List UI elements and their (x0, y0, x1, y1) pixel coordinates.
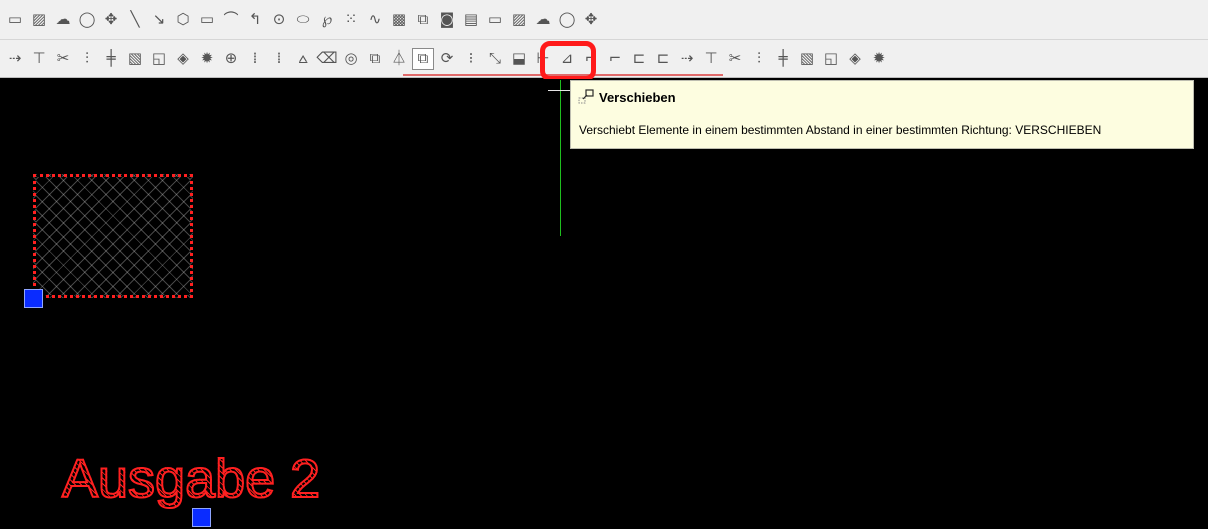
paint2-icon[interactable]: ◈ (844, 48, 866, 70)
drawing-text-label[interactable]: Ausgabe 2 (61, 451, 321, 507)
cloud-icon[interactable]: ☁ (52, 9, 74, 31)
extend2-icon[interactable]: ⇢ (676, 48, 698, 70)
blend2-icon[interactable]: ⊏ (652, 48, 674, 70)
ellipse-arc-icon[interactable]: ℘ (316, 9, 338, 31)
cloud2-icon[interactable]: ☁ (532, 9, 554, 31)
mtext-icon[interactable]: ▤ (460, 9, 482, 31)
erase-icon[interactable]: ⌫ (316, 48, 338, 70)
hatch-icon[interactable]: ▩ (388, 9, 410, 31)
break-icon[interactable]: ✂ (52, 48, 74, 70)
move-button-highlight (540, 41, 596, 81)
line-icon[interactable]: ╲ (124, 9, 146, 31)
revcloud2-icon[interactable]: ✥ (580, 9, 602, 31)
break-at-point2-icon[interactable]: ╪ (772, 48, 794, 70)
draworder2-icon[interactable]: ◱ (820, 48, 842, 70)
text2-icon[interactable]: ▭ (484, 9, 506, 31)
grid-icon[interactable]: ⁞ (244, 48, 266, 70)
join2-icon[interactable]: ⫶ (748, 48, 770, 70)
break2-icon[interactable]: ✂ (724, 48, 746, 70)
spline-icon[interactable]: ∿ (364, 9, 386, 31)
polygon-icon[interactable]: ⬡ (172, 9, 194, 31)
command-tooltip: Verschieben Verschiebt Elemente in einem… (570, 80, 1194, 149)
ellipse-icon[interactable]: ⬭ (292, 9, 314, 31)
move-icon[interactable]: ⧉ (412, 47, 434, 70)
polyline-icon[interactable]: ↘ (148, 9, 170, 31)
copy-icon[interactable]: ⧉ (364, 48, 386, 70)
extend-icon[interactable]: ⇢ (4, 48, 26, 70)
stretch-icon[interactable]: ⬓ (508, 48, 530, 70)
offset-icon[interactable]: ◎ (340, 48, 362, 70)
circle2-icon[interactable]: ◯ (556, 9, 578, 31)
region-icon[interactable]: ◙ (436, 9, 458, 31)
arc2-icon[interactable]: ↰ (244, 9, 266, 31)
trim2-icon[interactable]: ⊤ (700, 48, 722, 70)
text-icon[interactable]: ▭ (4, 9, 26, 31)
blend-icon[interactable]: ⊏ (628, 48, 650, 70)
trim-icon[interactable]: ⊤ (28, 48, 50, 70)
circle-icon[interactable]: ◯ (76, 9, 98, 31)
draworder-icon[interactable]: ◱ (148, 48, 170, 70)
join-icon[interactable]: ⫶ (76, 48, 98, 70)
move-icon (578, 89, 594, 104)
revcloud-icon[interactable]: ✥ (100, 9, 122, 31)
array-icon[interactable]: ⊕ (220, 48, 242, 70)
edit-hatch2-icon[interactable]: ▧ (796, 48, 818, 70)
mirror-icon[interactable]: ⏃ (388, 48, 410, 70)
pencil-hatch2-icon[interactable]: ▨ (508, 9, 530, 31)
tooltip-header: Verschieben (577, 89, 676, 105)
hatched-rectangle[interactable] (33, 174, 193, 298)
block-insert-icon[interactable]: ⧉ (412, 9, 434, 31)
crosshair-vertical (560, 80, 561, 236)
align-icon[interactable]: ⩟ (292, 48, 314, 70)
paint-icon[interactable]: ◈ (172, 48, 194, 70)
text-grip[interactable] (192, 508, 211, 527)
rect-array-icon[interactable]: ⁝ (460, 48, 482, 70)
circle-center-icon[interactable]: ⊙ (268, 9, 290, 31)
break-at-point-icon[interactable]: ╪ (100, 48, 122, 70)
tooltip-title: Verschieben (599, 89, 676, 105)
rectangle-icon[interactable]: ▭ (196, 9, 218, 31)
point-icon[interactable]: ⁙ (340, 9, 362, 31)
fillet2-icon[interactable]: ⌐ (604, 48, 626, 70)
explode-icon[interactable]: ✹ (196, 48, 218, 70)
rotate-icon[interactable]: ⟳ (436, 48, 458, 70)
modify-toolbar: ⇢ ⊤ ✂ ⫶ ╪ ▧ ◱ ◈ ✹ ⊕ ⁞ ⁞ ⩟ ⌫ ◎ ⧉ ⏃ ⧉ ⟳ ⁝ ⤡ ⬓ ⊢ ⊿ ⌐ ⌐ ⊏ ⊏ ⇢ ⊤ ✂ ⫶ ╪ ▧ ◱ ◈ ✹ (0, 40, 1208, 78)
draw-toolbar: ▭ ▨ ☁ ◯ ✥ ╲ ↘ ⬡ ▭ ⌒ ↰ ⊙ ⬭ ℘ ⁙ ∿ ▩ ⧉ ◙ ▤ ▭ ▨ ☁ ◯ ✥ (0, 0, 1208, 40)
pencil-hatch-icon[interactable]: ▨ (28, 9, 50, 31)
tooltip-description: Verschiebt Elemente in einem bestimmten … (579, 123, 1102, 137)
rectangle-grip[interactable] (24, 289, 43, 308)
grid2-icon[interactable]: ⁞ (268, 48, 290, 70)
edit-hatch-icon[interactable]: ▧ (124, 48, 146, 70)
scale-icon[interactable]: ⤡ (484, 48, 506, 70)
explode2-icon[interactable]: ✹ (868, 48, 890, 70)
arc-icon[interactable]: ⌒ (220, 9, 242, 31)
